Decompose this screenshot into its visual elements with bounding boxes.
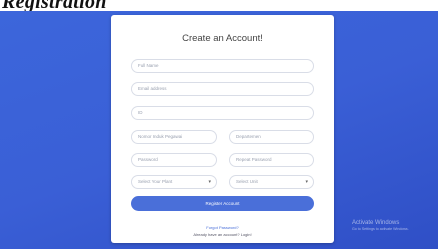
full-name-placeholder: Full Name [138,63,159,68]
form-title: Create an Account! [182,33,263,44]
department-placeholder: Departemen [236,134,261,139]
screenshot-area: Create an Account! Full Name Email addre… [0,11,438,249]
repeat-password-placeholder: Repeat Password [236,157,272,162]
employee-number-input[interactable]: Nomor Induk Pegawai [131,130,217,144]
register-button[interactable]: Register Account [131,196,314,211]
password-input[interactable]: Password [131,153,217,167]
registration-card: Create an Account! Full Name Email addre… [111,15,334,243]
plant-select-value: Select Your Plant [138,179,173,184]
watermark-subtitle: Go to Settings to activate Windows. [352,227,409,231]
id-input[interactable]: ID [131,106,314,120]
login-link[interactable]: Already have an account? Login! [111,232,334,238]
activate-windows-watermark: Activate Windows Go to Settings to activ… [352,219,409,232]
repeat-password-input[interactable]: Repeat Password [229,153,314,167]
id-placeholder: ID [138,110,143,115]
chevron-down-icon: ▾ [208,179,211,185]
email-placeholder: Email address [138,86,167,91]
unit-select[interactable]: Select Unit ▾ [229,175,314,189]
department-input[interactable]: Departemen [229,130,314,144]
plant-select[interactable]: Select Your Plant ▾ [131,175,217,189]
unit-select-value: Select Unit [236,179,258,184]
watermark-title: Activate Windows [352,220,400,226]
password-placeholder: Password [138,157,158,162]
chevron-down-icon: ▾ [305,179,308,185]
employee-number-placeholder: Nomor Induk Pegawai [138,134,183,139]
full-name-input[interactable]: Full Name [131,59,314,73]
email-input[interactable]: Email address [131,82,314,96]
forgot-password-link[interactable]: Forgot Password? [111,225,334,231]
